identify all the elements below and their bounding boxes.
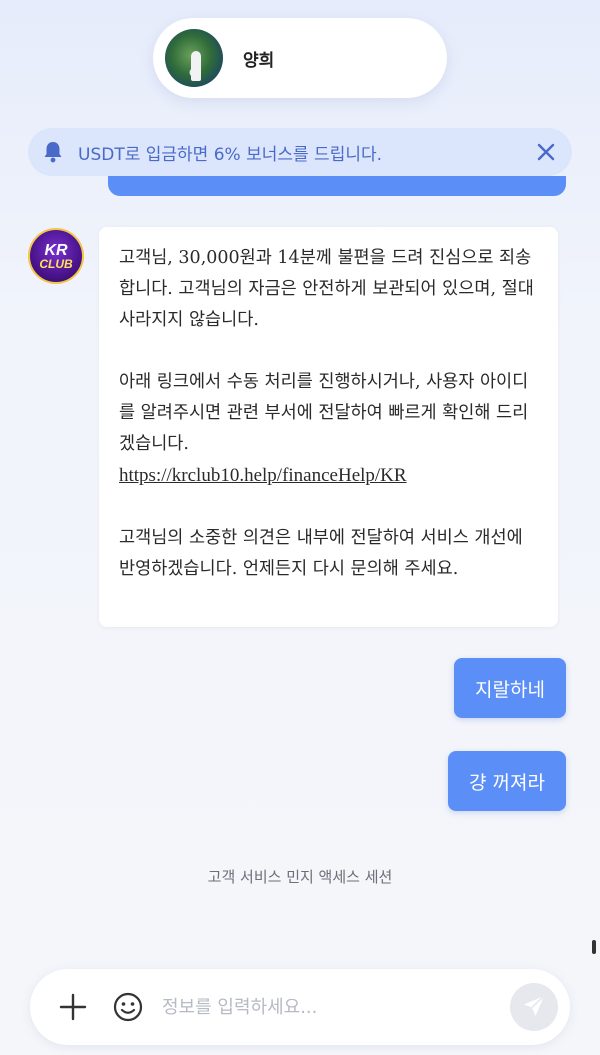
session-status-text: 고객 서비스 민지 액세스 세션 [207, 868, 393, 886]
message-paragraph: 고객님, 30,000원과 14분께 불편을 드려 진심으로 죄송합니다. 고객… [119, 248, 534, 330]
notice-banner: USDT로 입금하면 6% 보너스를 드립니다. [28, 128, 572, 176]
bot-avatar: KR CLUB [28, 228, 84, 284]
outgoing-message-bubble: 걍 꺼져라 [448, 751, 566, 811]
bot-avatar-logo-line2: CLUB [39, 256, 73, 271]
send-icon [522, 994, 546, 1021]
bot-avatar-logo-line1: KR [44, 241, 68, 259]
chat-header: 양희 [153, 18, 447, 98]
emoji-icon[interactable] [112, 991, 144, 1023]
notice-text: USDT로 입금하면 6% 보너스를 드립니다. [78, 144, 383, 165]
message-input[interactable] [162, 987, 492, 1027]
outgoing-message-bubble: 지랄하네 [454, 658, 566, 718]
send-button[interactable] [510, 983, 558, 1031]
bell-icon [42, 141, 64, 163]
previous-message-bubble [108, 176, 566, 196]
message-paragraph: 아래 링크에서 수동 처리를 진행하시거나, 사용자 아이디를 알려주시면 관련… [119, 372, 529, 454]
close-icon[interactable] [534, 140, 558, 164]
finance-help-link[interactable]: https://krclub10.help/financeHelp/KR [119, 465, 407, 486]
message-paragraph: 고객님의 소중한 의견은 내부에 전달하여 서비스 개선에 반영하겠습니다. 언… [119, 528, 523, 579]
agent-name: 양희 [243, 50, 275, 70]
agent-avatar [165, 29, 223, 87]
incoming-message-bubble: 고객님, 30,000원과 14분께 불편을 드려 진심으로 죄송합니다. 고객… [99, 227, 558, 627]
scrollbar-thumb[interactable] [592, 940, 596, 954]
chat-screen: 양희 USDT로 입금하면 6% 보너스를 드립니다. KR CLUB 고객님,… [0, 0, 600, 1055]
message-composer [30, 969, 570, 1045]
plus-icon[interactable] [58, 992, 88, 1022]
